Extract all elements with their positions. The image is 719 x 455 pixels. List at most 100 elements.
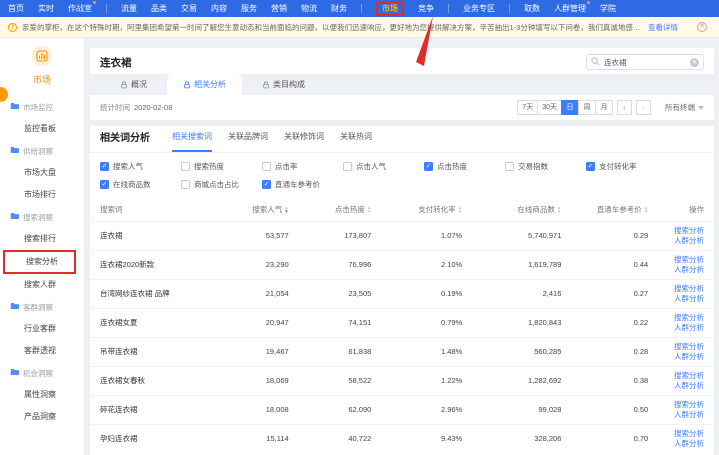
subtab-related-search-words[interactable]: 相关搜索词: [172, 126, 212, 152]
nav-item-trade[interactable]: 交易: [181, 0, 197, 17]
tab-category-composition[interactable]: 类目构成: [246, 74, 321, 95]
search-analysis-link[interactable]: 搜索分析: [658, 400, 704, 410]
nav-item-data-fetch[interactable]: 取数: [524, 0, 540, 17]
terminal-select[interactable]: 所有终端: [665, 102, 704, 113]
nav-item-academy[interactable]: 学院: [600, 0, 616, 17]
column-header-pay-conversion[interactable]: 支付转化率▲▼: [381, 199, 472, 221]
crowd-analysis-link[interactable]: 人群分析: [658, 323, 704, 333]
keyword-search-box[interactable]: ✕: [586, 54, 704, 70]
sort-icon: ▲▼: [458, 206, 462, 214]
nav-item-marketing[interactable]: 营销: [271, 0, 287, 17]
keyword-cell[interactable]: 连衣裙女春秋: [90, 366, 216, 395]
filter-search-popularity[interactable]: ✓搜索人气: [100, 161, 181, 172]
nav-item-competition[interactable]: 竞争: [418, 0, 434, 17]
chevron-down-icon: [698, 106, 704, 110]
date-btn-30d[interactable]: 30天: [537, 100, 562, 115]
keyword-cell[interactable]: 碎花连衣裙: [90, 395, 216, 424]
column-header-click-heat[interactable]: 点击热度▲▼: [299, 199, 382, 221]
date-btn-month[interactable]: 月: [595, 100, 613, 115]
sidebar-item-market-ranking[interactable]: 市场排行: [0, 184, 84, 206]
sidebar-item-industry-crowd[interactable]: 行业客群: [0, 318, 84, 340]
search-analysis-link[interactable]: 搜索分析: [658, 313, 704, 323]
sidebar-group-label: 机会洞察: [23, 368, 53, 379]
search-analysis-link[interactable]: 搜索分析: [658, 429, 704, 439]
sidebar-item-crowd-perspective[interactable]: 客群透视: [0, 340, 84, 362]
date-btn-day[interactable]: 日: [561, 100, 579, 115]
search-analysis-link[interactable]: 搜索分析: [658, 342, 704, 352]
sidebar-app-block: 市场: [0, 46, 84, 86]
nav-item-warroom[interactable]: 作战室: [68, 0, 92, 17]
notice-close-icon[interactable]: ✕: [697, 22, 707, 32]
clear-icon[interactable]: ✕: [690, 58, 699, 67]
filter-ztc-price[interactable]: ✓直通车参考价: [262, 179, 343, 190]
sidebar-item-attribute-insight[interactable]: 属性洞察: [0, 384, 84, 406]
nav-item-market[interactable]: 市场: [376, 1, 404, 16]
filter-trade-index[interactable]: ✓交易指数: [505, 161, 586, 172]
keyword-cell[interactable]: 台湾网纱连衣裙 品牌: [90, 279, 216, 308]
date-btn-week[interactable]: 周: [578, 100, 596, 115]
keyword-cell[interactable]: 连衣裙女夏: [90, 308, 216, 337]
metric-filters: ✓搜索人气 ✓搜索热度 ✓点击率 ✓点击人气 ✓点击热度 ✓交易指数 ✓支付转化…: [90, 153, 714, 199]
pay-conversion-cell: 9.43%: [381, 424, 472, 453]
search-analysis-link[interactable]: 搜索分析: [658, 371, 704, 381]
nav-item-home[interactable]: 首页: [8, 0, 24, 17]
subtab-brand-words[interactable]: 关联品牌词: [228, 126, 268, 152]
crowd-analysis-link[interactable]: 人群分析: [658, 294, 704, 304]
column-header-search-popularity[interactable]: 搜索人气▲▼: [216, 199, 299, 221]
online-items-cell: 328,206: [472, 424, 571, 453]
info-icon: !: [8, 23, 17, 32]
nav-item-content[interactable]: 内容: [211, 0, 227, 17]
subtab-hot-words[interactable]: 关联热词: [340, 126, 372, 152]
sidebar-item-search-crowd[interactable]: 搜索人群: [0, 274, 84, 296]
nav-item-realtime[interactable]: 实时: [38, 0, 54, 17]
sidebar-item-product-insight[interactable]: 产品洞察: [0, 406, 84, 428]
keyword-cell[interactable]: 连衣裙: [90, 221, 216, 250]
crowd-analysis-link[interactable]: 人群分析: [658, 381, 704, 391]
column-header-online-items[interactable]: 在线商品数▲▼: [472, 199, 571, 221]
table-row: 碎花连衣裙 18,008 62,090 2.96% 99,028 0.50 搜索…: [90, 395, 714, 424]
next-date-button[interactable]: ›: [636, 100, 651, 115]
nav-item-service[interactable]: 服务: [241, 0, 257, 17]
nav-item-crowd-management[interactable]: 人群管理: [554, 0, 586, 17]
search-input[interactable]: [604, 58, 686, 67]
search-analysis-link[interactable]: 搜索分析: [658, 226, 704, 236]
filter-click-heat[interactable]: ✓点击热度: [424, 161, 505, 172]
crowd-analysis-link[interactable]: 人群分析: [658, 410, 704, 420]
column-header-ztc-price[interactable]: 直通车参考价▲▼: [571, 199, 658, 221]
sidebar-item-search-analysis[interactable]: 搜索分析: [3, 250, 76, 274]
crowd-analysis-link[interactable]: 人群分析: [658, 439, 704, 449]
title-row: 连衣裙 ✕: [90, 48, 714, 74]
search-analysis-link[interactable]: 搜索分析: [658, 284, 704, 294]
keyword-cell[interactable]: 孕妇连衣裙: [90, 424, 216, 453]
sidebar-item-market-overview[interactable]: 市场大盘: [0, 162, 84, 184]
subtab-modifier-words[interactable]: 关联修饰词: [284, 126, 324, 152]
filter-click-popularity[interactable]: ✓点击人气: [343, 161, 424, 172]
nav-item-logistics[interactable]: 物流: [301, 0, 317, 17]
prev-date-button[interactable]: ‹: [617, 100, 632, 115]
nav-item-finance[interactable]: 财务: [331, 0, 347, 17]
analysis-header: 相关词分析 相关搜索词 关联品牌词 关联修饰词 关联热词: [90, 126, 714, 153]
crowd-analysis-link[interactable]: 人群分析: [658, 265, 704, 275]
filter-online-items[interactable]: ✓在线商品数: [100, 179, 181, 190]
nav-item-business-zone[interactable]: 业务专区: [463, 0, 495, 17]
keyword-cell[interactable]: 连衣裙2020新款: [90, 250, 216, 279]
search-analysis-link[interactable]: 搜索分析: [658, 255, 704, 265]
sidebar-item-monitor-board[interactable]: 监控看板: [0, 118, 84, 140]
tab-overview[interactable]: 概况: [104, 74, 163, 95]
sidebar-item-search-ranking[interactable]: 搜索排行: [0, 228, 84, 250]
notice-detail-link[interactable]: 查看详情: [648, 22, 678, 33]
keyword-cell[interactable]: 吊带连衣裙: [90, 337, 216, 366]
nav-item-category[interactable]: 品类: [151, 0, 167, 17]
filter-mall-click-ratio[interactable]: ✓商城点击占比: [181, 179, 262, 190]
filter-pay-conversion[interactable]: ✓支付转化率: [586, 161, 667, 172]
tab-related-analysis[interactable]: 相关分析: [167, 74, 242, 95]
sort-icon: ▲▼: [557, 206, 561, 214]
column-label: 直通车参考价: [597, 205, 642, 214]
filter-search-heat[interactable]: ✓搜索热度: [181, 161, 262, 172]
nav-item-traffic[interactable]: 流量: [121, 0, 137, 17]
filter-click-rate[interactable]: ✓点击率: [262, 161, 343, 172]
date-btn-7d[interactable]: 7天: [517, 100, 538, 115]
sort-icon: ▲▼: [284, 206, 288, 214]
crowd-analysis-link[interactable]: 人群分析: [658, 236, 704, 246]
crowd-analysis-link[interactable]: 人群分析: [658, 352, 704, 362]
